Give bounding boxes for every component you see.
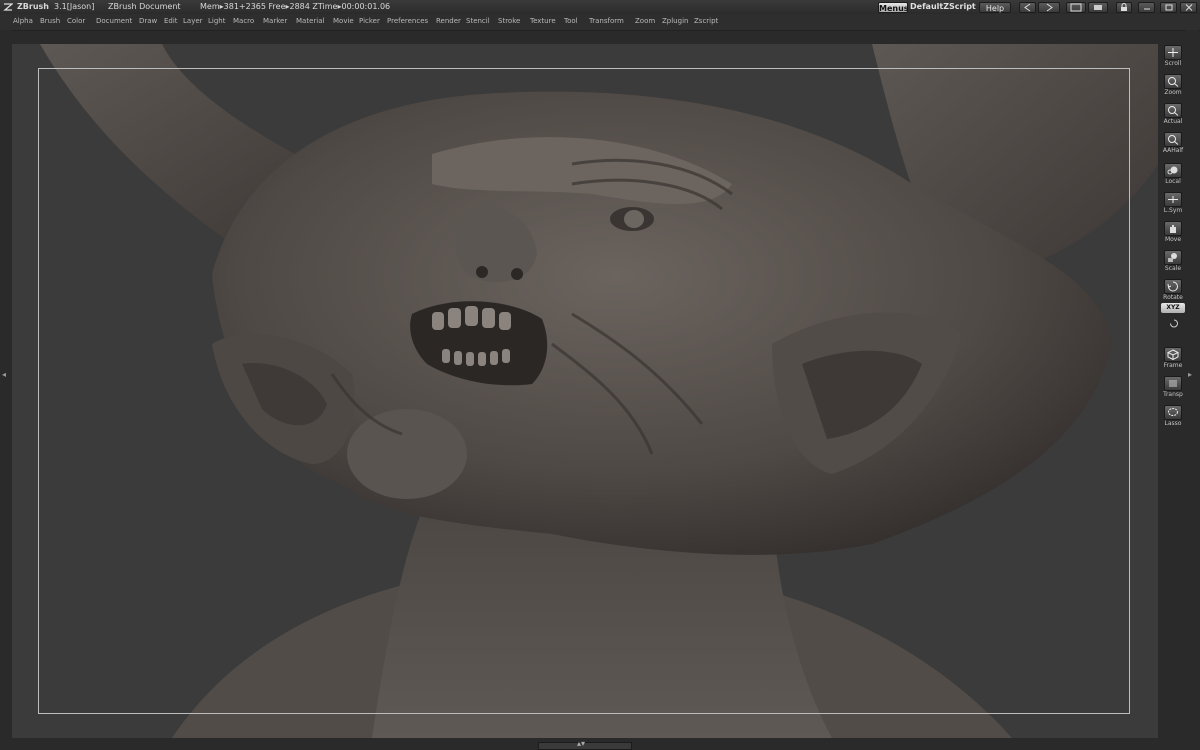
- memory-status: Mem▸381+2365 Free▸2884 ZTime▸00:00:01.06: [200, 2, 391, 11]
- move-tool-label: Move: [1164, 236, 1182, 243]
- lasso-tool-label: Lasso: [1164, 420, 1182, 427]
- menu-texture[interactable]: Texture: [530, 17, 556, 25]
- menu-render[interactable]: Render: [436, 17, 461, 25]
- aahalf-tool[interactable]: AAHalf: [1161, 131, 1185, 157]
- layout-prev-button[interactable]: [1019, 2, 1036, 13]
- expand-bottom-icon: ▴▾: [577, 739, 586, 748]
- local-tool-label: Local: [1165, 178, 1181, 185]
- left-tray-edge[interactable]: ◂: [0, 30, 12, 740]
- sculpt-model: [40, 44, 1158, 738]
- zbrush-logo-icon: [3, 3, 13, 11]
- main-menu-bar: Alpha Brush Color Document Draw Edit Lay…: [0, 14, 1200, 31]
- frame-tool[interactable]: Frame: [1161, 346, 1185, 372]
- menu-edit[interactable]: Edit: [164, 17, 178, 25]
- layout-icon: [1070, 3, 1082, 12]
- lsym-icon: [1164, 192, 1182, 207]
- menu-draw[interactable]: Draw: [139, 17, 157, 25]
- menu-stencil[interactable]: Stencil: [466, 17, 490, 25]
- document-name: ZBrush Document: [108, 2, 181, 11]
- help-button[interactable]: Help: [979, 2, 1011, 13]
- scroll-tool[interactable]: Scroll: [1161, 44, 1185, 70]
- local-icon: [1164, 163, 1182, 178]
- menu-transform[interactable]: Transform: [589, 17, 624, 25]
- bottom-tray-handle[interactable]: ▴▾: [538, 739, 632, 750]
- zoom-tool[interactable]: Zoom: [1161, 73, 1185, 99]
- aahalf-tool-label: AAHalf: [1162, 147, 1184, 154]
- menu-brush[interactable]: Brush: [40, 17, 60, 25]
- aahalf-icon: [1164, 132, 1182, 147]
- bottom-tray-edge: ▴▾: [0, 738, 1200, 750]
- actual-tool[interactable]: Actual: [1161, 102, 1185, 128]
- menu-alpha[interactable]: Alpha: [13, 17, 33, 25]
- expand-right-icon: ▸: [1188, 370, 1193, 379]
- menu-material[interactable]: Material: [296, 17, 324, 25]
- document-canvas[interactable]: [12, 44, 1158, 738]
- menu-zoom[interactable]: Zoom: [635, 17, 655, 25]
- rotate-axis-icon: [1170, 319, 1178, 328]
- restore-button[interactable]: [1160, 2, 1177, 13]
- rotate-tool-label: Rotate: [1163, 294, 1183, 301]
- menu-document[interactable]: Document: [96, 17, 132, 25]
- layout-next-button[interactable]: [1038, 2, 1060, 13]
- menu-picker[interactable]: Picker: [359, 17, 380, 25]
- app-version: 3.1[Jason]: [54, 2, 95, 11]
- actual-tool-label: Actual: [1163, 118, 1183, 125]
- frame-icon: [1164, 347, 1182, 362]
- title-bar: ZBrush 3.1[Jason] ZBrush Document Mem▸38…: [0, 0, 1200, 14]
- zoom-icon: [1164, 74, 1182, 89]
- lock-button[interactable]: [1116, 2, 1132, 13]
- menu-light[interactable]: Light: [208, 17, 225, 25]
- default-zscript-button[interactable]: DefaultZScript: [910, 0, 976, 14]
- actual-icon: [1164, 103, 1182, 118]
- color-icon: [1094, 5, 1102, 10]
- close-icon: [1185, 4, 1192, 11]
- ui-color-button[interactable]: [1088, 2, 1108, 13]
- minimize-icon: [1143, 8, 1150, 10]
- lasso-icon: [1164, 405, 1182, 420]
- menus-button[interactable]: Menus: [878, 2, 909, 13]
- arrow-right-icon: [1046, 3, 1053, 12]
- arrow-left-icon: [1023, 3, 1030, 12]
- menu-zscript[interactable]: Zscript: [694, 17, 718, 25]
- menu-preferences[interactable]: Preferences: [387, 17, 428, 25]
- menu-layer[interactable]: Layer: [183, 17, 203, 25]
- app-name: ZBrush: [17, 2, 49, 11]
- lock-icon: [1121, 3, 1127, 11]
- right-shelf: Scroll Zoom Actual AAHalf Local L.Sym Mo…: [1158, 44, 1186, 738]
- frame-tool-label: Frame: [1163, 362, 1183, 369]
- rotate-tool[interactable]: Rotate: [1161, 278, 1185, 304]
- transp-tool[interactable]: Transp: [1161, 375, 1185, 401]
- restore-icon: [1165, 4, 1172, 11]
- right-tray-edge[interactable]: ▸: [1186, 30, 1198, 740]
- lsym-tool[interactable]: L.Sym: [1161, 191, 1185, 217]
- close-button[interactable]: [1180, 2, 1197, 13]
- menu-stroke[interactable]: Stroke: [498, 17, 520, 25]
- local-tool[interactable]: Local: [1161, 162, 1185, 188]
- scale-tool[interactable]: Scale: [1161, 249, 1185, 275]
- menu-tool[interactable]: Tool: [564, 17, 578, 25]
- minimize-button[interactable]: [1138, 2, 1155, 13]
- rotate-axis-tool[interactable]: [1161, 317, 1185, 333]
- menu-zplugin[interactable]: Zplugin: [662, 17, 688, 25]
- xyz-toggle[interactable]: XYZ: [1161, 303, 1185, 313]
- scroll-icon: [1164, 45, 1182, 60]
- zoom-tool-label: Zoom: [1164, 89, 1182, 96]
- menu-movie[interactable]: Movie: [333, 17, 354, 25]
- menu-color[interactable]: Color: [67, 17, 85, 25]
- scale-tool-label: Scale: [1164, 265, 1182, 272]
- move-icon: [1164, 221, 1182, 236]
- lsym-tool-label: L.Sym: [1163, 207, 1183, 214]
- transp-icon: [1164, 376, 1182, 391]
- menu-macro[interactable]: Macro: [233, 17, 254, 25]
- scroll-tool-label: Scroll: [1164, 60, 1182, 67]
- menu-marker[interactable]: Marker: [263, 17, 287, 25]
- transp-tool-label: Transp: [1163, 391, 1183, 398]
- ui-layout-button[interactable]: [1066, 2, 1086, 13]
- rotate-icon: [1164, 279, 1182, 294]
- move-tool[interactable]: Move: [1161, 220, 1185, 246]
- lasso-tool[interactable]: Lasso: [1161, 404, 1185, 430]
- expand-left-icon: ◂: [2, 370, 7, 379]
- scale-icon: [1164, 250, 1182, 265]
